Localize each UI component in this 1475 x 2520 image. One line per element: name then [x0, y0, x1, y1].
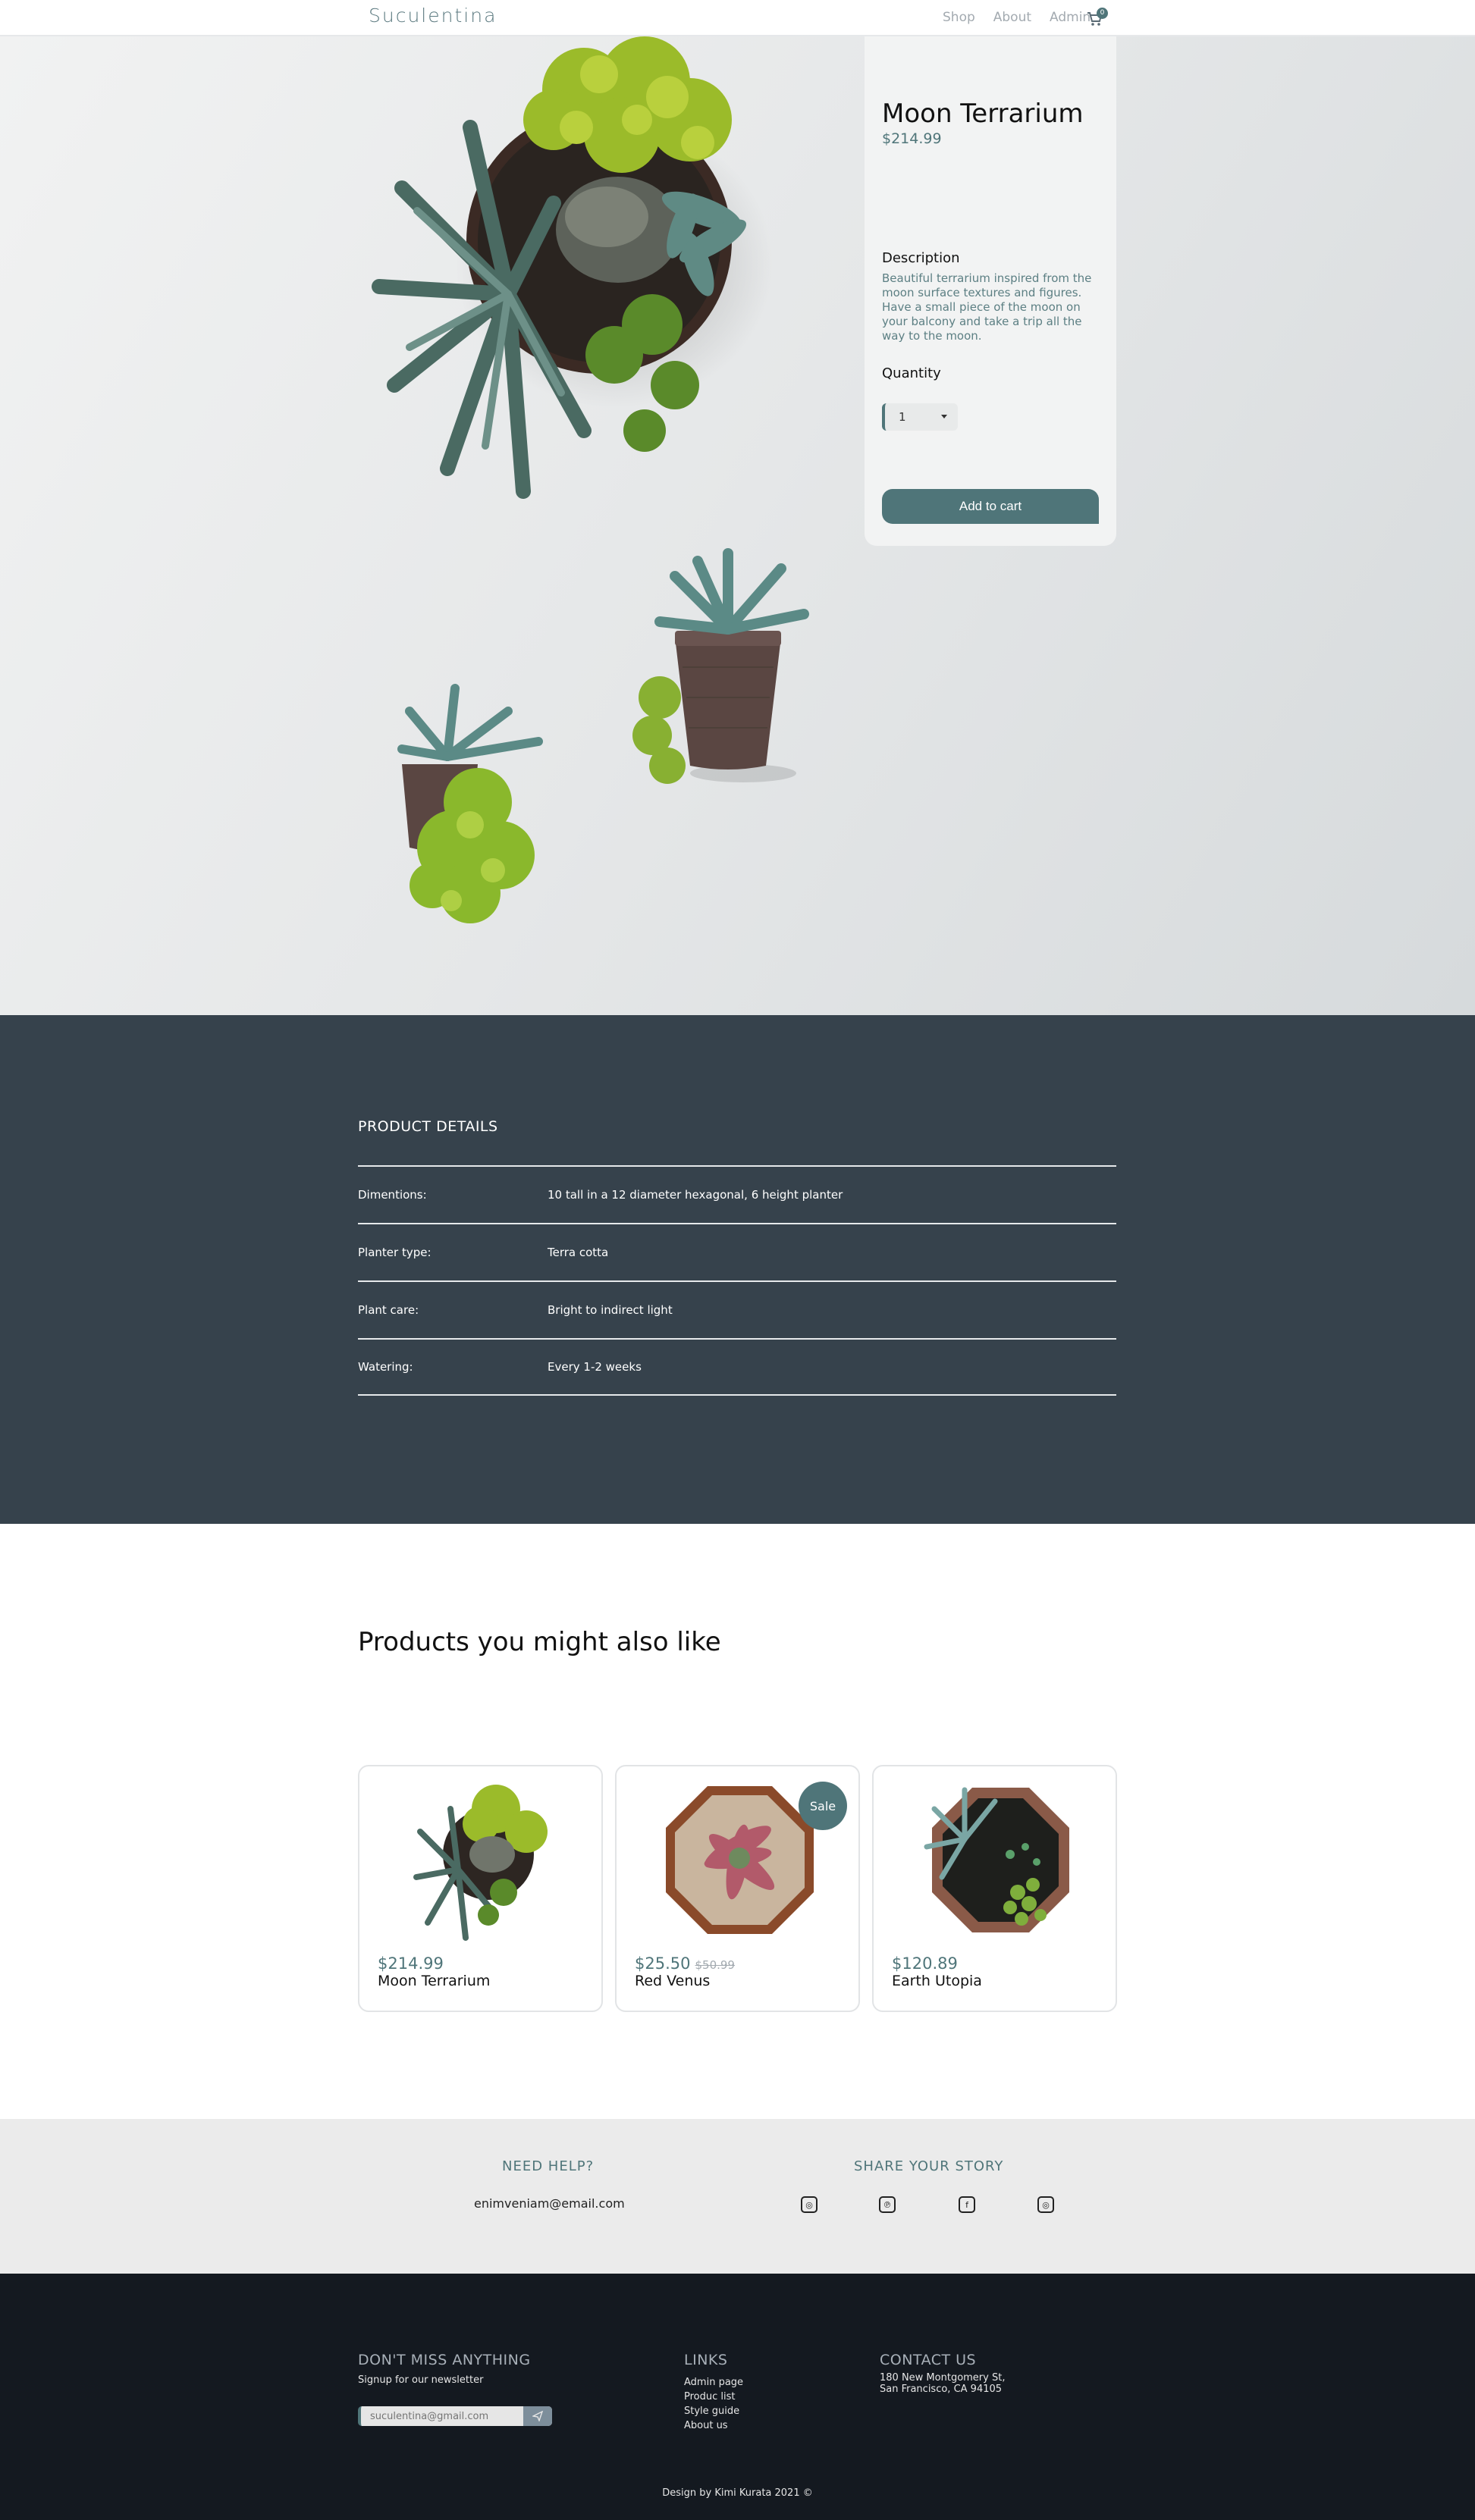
product-info-card: Moon Terrarium $214.99 Description Beaut…: [865, 36, 1116, 546]
nav-link-shop[interactable]: Shop: [943, 10, 975, 25]
price-value: $120.89: [892, 1954, 958, 1973]
detail-value: Bright to indirect light: [548, 1303, 673, 1317]
product-details-table: Dimentions: 10 tall in a 12 diameter hex…: [358, 1165, 1116, 1396]
logo[interactable]: Suculentina: [369, 5, 497, 27]
product-card-earth-utopia[interactable]: $120.89 Earth Utopia: [872, 1765, 1117, 2012]
contact-heading: CONTACT US: [880, 2352, 977, 2368]
quantity-select[interactable]: 1: [882, 403, 958, 431]
product-details-title: PRODUCT DETAILS: [358, 1118, 498, 1135]
detail-label: Dimentions:: [358, 1188, 427, 1202]
facebook-icon[interactable]: f: [959, 2196, 975, 2213]
help-section: NEED HELP? enimveniam@email.com SHARE YO…: [0, 2119, 1475, 2274]
product-details-section: PRODUCT DETAILS Dimentions: 10 tall in a…: [0, 1015, 1475, 1524]
nav-link-about[interactable]: About: [993, 10, 1031, 25]
table-row: Dimentions: 10 tall in a 12 diameter hex…: [358, 1165, 1116, 1223]
newsletter-heading: DON'T MISS ANYTHING: [358, 2352, 531, 2368]
table-row: Planter type: Terra cotta: [358, 1223, 1116, 1280]
product-description: Beautiful terrarium inspired from the mo…: [882, 271, 1092, 343]
detail-value: 10 tall in a 12 diameter hexagonal, 6 he…: [548, 1188, 843, 1202]
footer: DON'T MISS ANYTHING Signup for our newsl…: [0, 2274, 1475, 2520]
detail-label: Plant care:: [358, 1303, 419, 1317]
footer-link-style-guide[interactable]: Style guide: [684, 2404, 743, 2418]
detail-value: Terra cotta: [548, 1246, 609, 1259]
table-row: Watering: Every 1-2 weeks: [358, 1338, 1116, 1396]
related-products-section: Products you might also like $214.99 Moo…: [0, 1524, 1475, 2119]
card-name: Earth Utopia: [892, 1973, 982, 1989]
product-price: $214.99: [882, 130, 942, 147]
links-heading: LINKS: [684, 2352, 728, 2368]
cart-count-badge: 0: [1097, 8, 1108, 19]
potted-sedum-image: [387, 673, 569, 931]
footer-link-admin-page[interactable]: Admin page: [684, 2375, 743, 2390]
card-price: $25.50 $50.99: [635, 1954, 735, 1973]
related-products-title: Products you might also like: [358, 1627, 721, 1657]
contact-address: 180 New Montgomery St, San Francisco, CA…: [880, 2372, 1005, 2395]
add-to-cart-button[interactable]: Add to cart: [882, 489, 1099, 524]
product-card-moon-terrarium[interactable]: $214.99 Moon Terrarium: [358, 1765, 603, 2012]
product-thumbnail: [405, 1779, 559, 1945]
price-value: $25.50: [635, 1954, 691, 1973]
footer-links: Admin page Produc list Style guide About…: [684, 2375, 743, 2433]
detail-label: Planter type:: [358, 1246, 432, 1259]
quantity-heading: Quantity: [882, 365, 941, 381]
product-thumbnail: [919, 1779, 1073, 1945]
instagram-icon[interactable]: ◎: [1037, 2196, 1054, 2213]
description-heading: Description: [882, 250, 960, 266]
quantity-value: 1: [899, 410, 906, 424]
newsletter-form: [358, 2406, 552, 2426]
chevron-down-icon: [941, 415, 947, 418]
old-price: $50.99: [695, 1958, 735, 1972]
need-help-heading: NEED HELP?: [502, 2158, 595, 2174]
newsletter-email-input[interactable]: [361, 2410, 520, 2422]
potted-succulent-image: [629, 546, 827, 804]
related-products-list: $214.99 Moon Terrarium Sale $25.50 $50.9…: [358, 1765, 1117, 2012]
address-line: San Francisco, CA 94105: [880, 2384, 1003, 2395]
nav-link-admin[interactable]: Admin: [1050, 10, 1091, 25]
card-name: Moon Terrarium: [378, 1973, 491, 1989]
card-name: Red Venus: [635, 1973, 711, 1989]
price-value: $214.99: [378, 1954, 444, 1973]
share-story-heading: SHARE YOUR STORY: [854, 2158, 1004, 2174]
send-icon[interactable]: [523, 2406, 552, 2426]
table-row: Plant care: Bright to indirect light: [358, 1280, 1116, 1338]
design-credit: Design by Kimi Kurata 2021 ©: [662, 2487, 813, 2499]
help-email-link[interactable]: enimveniam@email.com: [474, 2196, 625, 2211]
product-thumbnail: [662, 1779, 816, 1945]
pinterest-icon[interactable]: ℗: [879, 2196, 896, 2213]
nav-links: Shop About Admin: [943, 10, 1091, 25]
footer-link-about-us[interactable]: About us: [684, 2418, 743, 2433]
instagram-icon[interactable]: ◎: [801, 2196, 818, 2213]
detail-label: Watering:: [358, 1360, 413, 1374]
product-title: Moon Terrarium: [882, 99, 1084, 129]
product-hero: Moon Terrarium $214.99 Description Beaut…: [0, 36, 1475, 1015]
product-card-red-venus[interactable]: Sale $25.50 $50.99 Red Venus: [615, 1765, 860, 2012]
top-navbar: Suculentina Shop About Admin 0: [0, 0, 1475, 36]
address-line: 180 New Montgomery St,: [880, 2372, 1006, 2384]
sale-badge: Sale: [799, 1782, 847, 1830]
detail-value: Every 1-2 weeks: [548, 1360, 642, 1374]
footer-link-product-list[interactable]: Produc list: [684, 2390, 743, 2404]
newsletter-subtitle: Signup for our newsletter: [358, 2374, 484, 2386]
moon-terrarium-image: [356, 36, 827, 552]
card-price: $120.89: [892, 1954, 958, 1973]
card-price: $214.99: [378, 1954, 444, 1973]
